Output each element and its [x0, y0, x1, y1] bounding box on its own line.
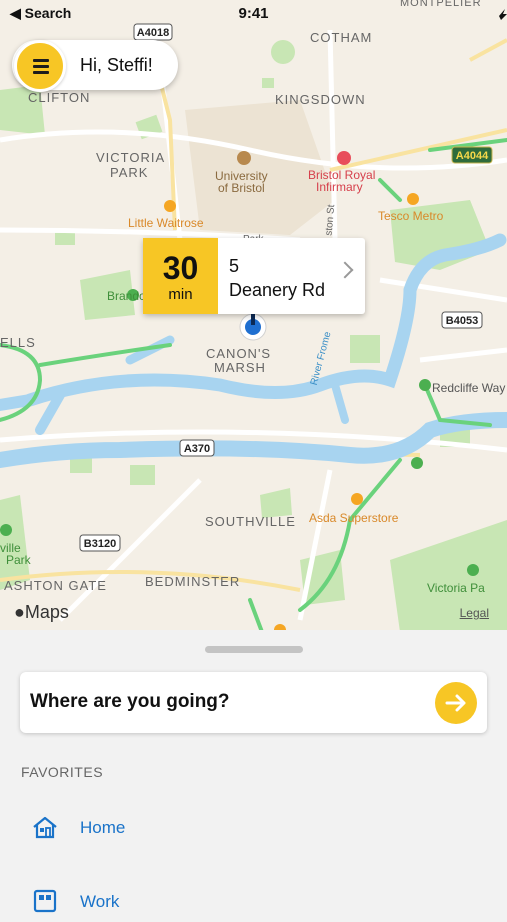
label-bedminster: BEDMINSTER	[145, 574, 240, 589]
label-waitrose: Little Waitrose	[128, 216, 204, 230]
label-bri2: Infirmary	[316, 180, 363, 194]
hamburger-icon	[33, 59, 49, 74]
label-canons: CANON'S	[206, 346, 271, 361]
badge-a370: A370	[184, 443, 210, 455]
favorite-label-work: Work	[80, 892, 120, 911]
label-kingsdown: KINGSDOWN	[275, 92, 366, 107]
favorite-item-work[interactable]: Work	[0, 882, 507, 922]
status-time: 9:41	[238, 5, 269, 22]
map-view[interactable]: A4018 A4044 B4053 A370 B3120 COTHAM KING…	[0, 0, 507, 632]
go-button[interactable]	[435, 682, 477, 724]
label-park: PARK	[110, 165, 148, 180]
eta-address-street: Deanery Rd	[229, 280, 326, 300]
label-brandon: Brando	[107, 289, 146, 303]
maps-attribution-text: Maps	[24, 602, 69, 622]
label-ville-park: Park	[6, 553, 32, 567]
favorite-label-home: Home	[80, 818, 126, 837]
sheet-handle[interactable]	[205, 646, 303, 653]
destination-search[interactable]: Where are you going?	[20, 672, 487, 733]
label-victoria-park: Victoria Pa	[427, 581, 485, 595]
eta-badge: 30 min	[143, 238, 218, 314]
badge-b4053: B4053	[446, 315, 478, 327]
eta-card[interactable]: 30 min 5 Deanery Rd	[143, 238, 365, 314]
greeting-text: Hi, Steffi!	[80, 55, 153, 75]
chevron-right-icon	[336, 261, 354, 279]
favorite-item-home[interactable]: Home	[0, 808, 507, 848]
label-marsh: MARSH	[214, 360, 266, 375]
status-bar: ◀ Search 9:41	[0, 0, 507, 28]
destination-search-placeholder: Where are you going?	[30, 691, 230, 712]
battery-icon	[499, 9, 507, 20]
badge-a4044: A4044	[456, 150, 489, 162]
legal-link[interactable]: Legal	[460, 606, 489, 620]
menu-button[interactable]	[14, 40, 66, 92]
label-uni2: of Bristol	[218, 181, 265, 195]
label-southville: SOUTHVILLE	[205, 514, 296, 529]
label-redcliffe: Redcliffe Way	[432, 381, 505, 395]
apple-logo-icon: ●	[14, 602, 25, 622]
label-victoria: VICTORIA	[96, 150, 165, 165]
arrow-right-icon	[445, 694, 466, 712]
bottom-sheet: Where are you going? FAVORITES Home Work	[0, 630, 507, 913]
maps-attribution: ●Maps	[14, 602, 69, 623]
eta-address-number: 5	[229, 256, 240, 276]
badge-b3120: B3120	[84, 538, 116, 550]
label-tesco: Tesco Metro	[378, 209, 444, 223]
eta-minutes: 30	[162, 250, 199, 286]
map-canvas: A4018 A4044 B4053 A370 B3120 COTHAM KING…	[0, 0, 507, 632]
label-clifton: CLIFTON	[28, 90, 90, 105]
badge-a4018: A4018	[137, 27, 169, 39]
work-icon	[33, 889, 57, 913]
home-icon	[33, 816, 57, 839]
label-cotham: COTHAM	[310, 30, 372, 45]
favorites-title: FAVORITES	[21, 764, 104, 780]
label-ells: ELLS	[0, 335, 36, 350]
eta-unit: min	[168, 286, 193, 303]
label-asda: Asda Superstore	[309, 511, 399, 525]
label-ashton: ASHTON GATE	[4, 578, 107, 593]
